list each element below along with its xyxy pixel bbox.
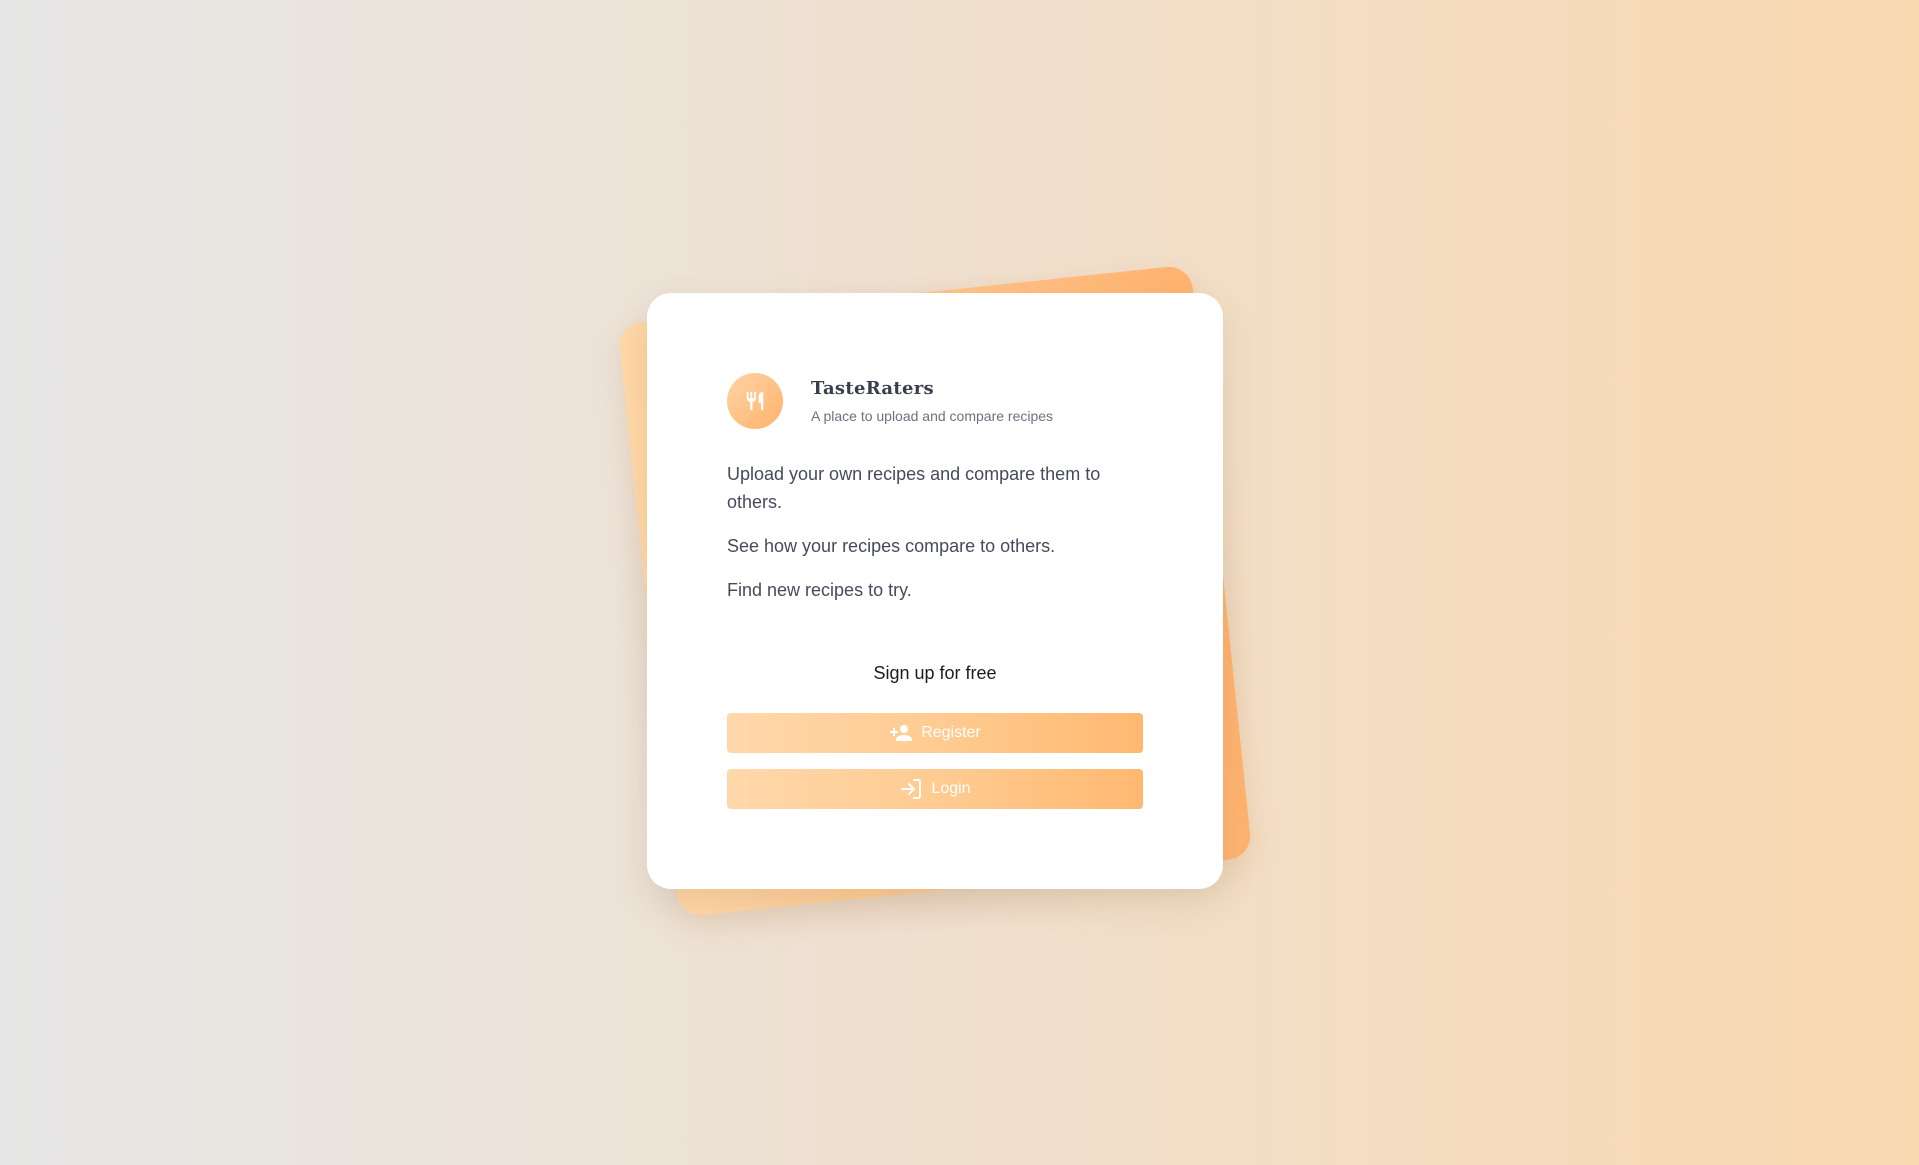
login-button[interactable]: Login [727,769,1143,809]
login-icon [899,777,923,801]
description-line: See how your recipes compare to others. [727,536,1056,556]
auth-card-stack: TasteRaters A place to upload and compar… [617,264,1253,918]
person-add-icon [889,721,913,745]
app-title: TasteRaters [811,378,934,399]
fork-knife-icon [727,373,783,429]
register-button[interactable]: Register [727,713,1143,753]
login-label: Login [931,780,971,797]
welcome-card: TasteRaters A place to upload and compar… [647,293,1223,889]
description: Upload your own recipes and compare them… [727,460,1147,620]
app-tagline: A place to upload and compare recipes [811,408,1054,424]
description-line: Find new recipes to try. [727,580,912,600]
signup-heading: Sign up for free [873,663,997,683]
register-label: Register [921,724,981,741]
brand-header: TasteRaters A place to upload and compar… [727,373,1053,429]
description-line: Upload your own recipes and compare them… [727,464,1101,512]
brand-text: TasteRaters A place to upload and compar… [811,378,1053,424]
